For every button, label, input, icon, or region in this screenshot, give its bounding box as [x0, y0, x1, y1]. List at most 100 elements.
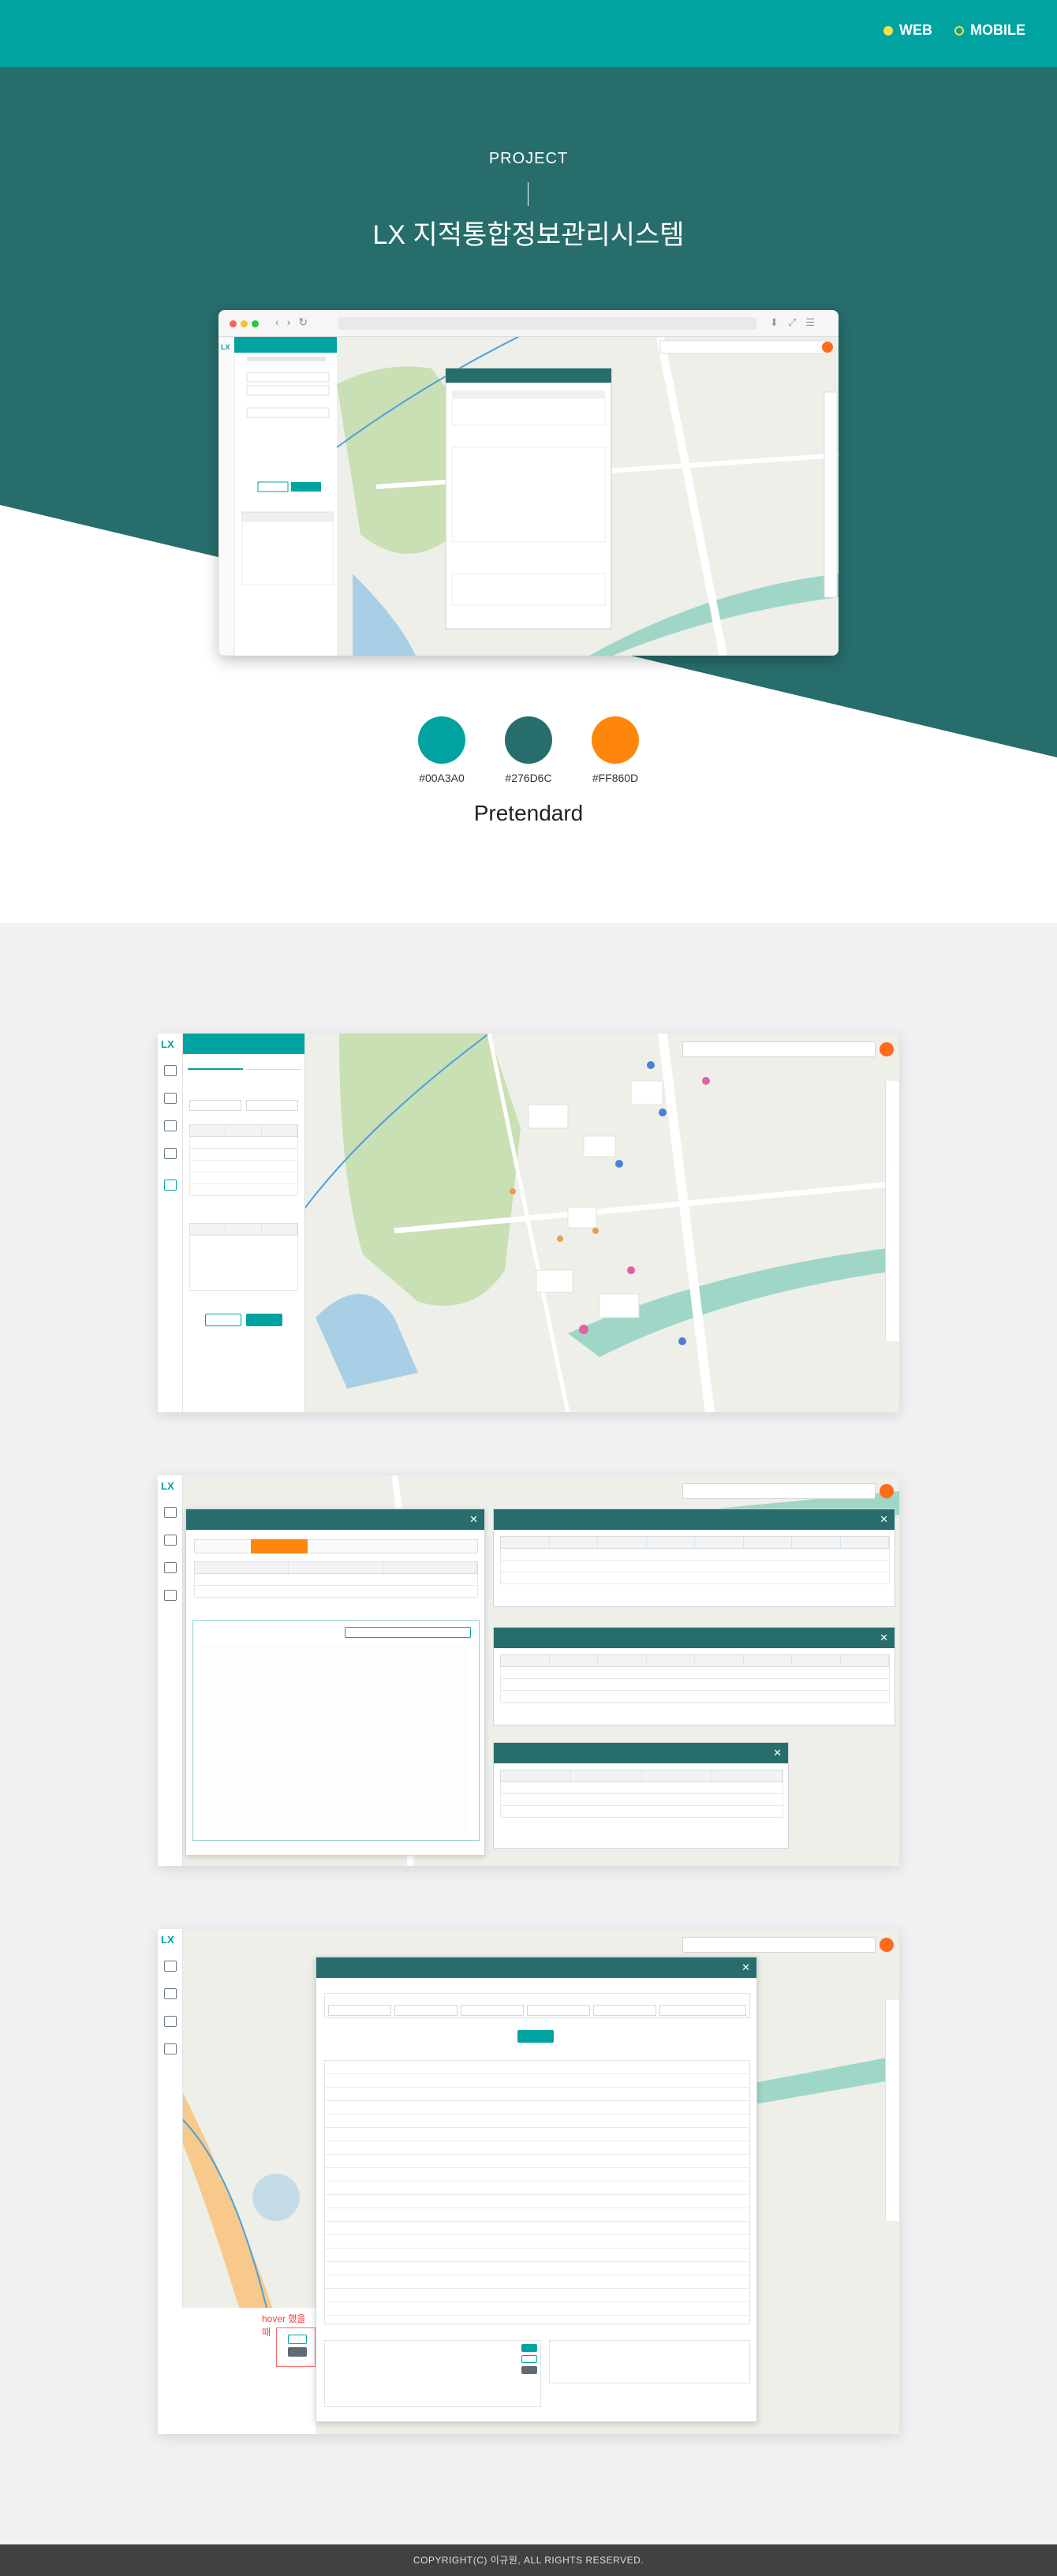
project-title: LX 지적통합정보관리시스템	[372, 220, 685, 250]
table-row[interactable]	[500, 1782, 783, 1794]
swatch-teal-label: #00A3A0	[419, 772, 465, 784]
browser-nav-icons: ‹›↻	[275, 316, 316, 328]
screen-detail-form: LX hover 했을 때 ✕	[158, 1929, 899, 2434]
screen-building-register: LX ✕ ✕ ✕ ✕	[158, 1475, 899, 1866]
building-area-panel: ✕	[493, 1742, 789, 1849]
table-row[interactable]	[500, 1561, 890, 1572]
real-estate-tabs[interactable]	[194, 1539, 478, 1553]
layer-tab-active[interactable]	[188, 1060, 243, 1070]
table-row[interactable]	[189, 1161, 298, 1172]
close-icon[interactable]: ✕	[741, 1957, 750, 1978]
footer: COPYRIGHT(C) 이규원, ALL RIGHTS RESERVED.	[0, 2544, 1057, 2576]
hover-example-button-1[interactable]	[288, 2335, 307, 2344]
rail-icon-land-3[interactable]	[164, 2043, 177, 2054]
user-icon-2[interactable]	[880, 1484, 894, 1498]
building-area-panel-header: ✕	[494, 1743, 788, 1763]
rail-icon-home-3[interactable]	[164, 1961, 177, 1972]
detail-check-area[interactable]	[200, 1644, 468, 1834]
table-row[interactable]	[500, 1691, 890, 1703]
real-estate-detail	[192, 1620, 480, 1841]
detail-search-button[interactable]	[517, 2030, 554, 2043]
search-input-2[interactable]	[682, 1483, 876, 1499]
font-name: Pretendard	[473, 801, 584, 825]
search-input[interactable]	[682, 1041, 876, 1057]
rail-icon-search-3[interactable]	[164, 1988, 177, 1999]
right-map-toolbar[interactable]	[885, 1081, 899, 1341]
left-icon-rail-3: LX	[158, 1929, 183, 2308]
building-floor-grid	[500, 1654, 890, 1703]
layer-apply-button[interactable]	[246, 1314, 282, 1326]
user-icon[interactable]	[880, 1042, 894, 1056]
close-icon[interactable]: ✕	[880, 1509, 888, 1530]
detail-form-header: ✕	[316, 1957, 756, 1978]
detail-field-3[interactable]	[461, 2005, 524, 2016]
rail-icon-home[interactable]	[164, 1065, 177, 1076]
table-row[interactable]	[500, 1549, 890, 1561]
nav-mobile-label: MOBILE	[970, 22, 1025, 38]
table-row[interactable]	[500, 1806, 783, 1818]
table-row[interactable]	[500, 1667, 890, 1679]
lx-logo-2: LX	[161, 1480, 174, 1492]
web-dot-icon	[883, 25, 893, 36]
layer-grid-head	[189, 1124, 298, 1137]
table-row[interactable]	[189, 1149, 298, 1161]
browser-minimize-dot	[241, 320, 248, 327]
detail-field-4[interactable]	[527, 2005, 590, 2016]
rail-icon-search-2[interactable]	[164, 1535, 177, 1546]
rail-icon-layer[interactable]	[164, 1120, 177, 1131]
nav-mobile[interactable]: MOBILE	[954, 22, 1025, 39]
layer-select-2[interactable]	[246, 1100, 298, 1111]
rail-icon-home-2[interactable]	[164, 1507, 177, 1518]
browser-maximize-dot	[252, 320, 259, 327]
right-map-toolbar-3[interactable]	[885, 2000, 899, 2221]
rail-icon-layer-2[interactable]	[164, 1562, 177, 1573]
layer-reset-button[interactable]	[205, 1314, 241, 1326]
rail-icon-land[interactable]	[164, 1148, 177, 1159]
nav-web[interactable]: WEB	[883, 22, 932, 39]
memo-button-3[interactable]	[521, 2366, 537, 2374]
table-row[interactable]	[189, 1172, 298, 1184]
table-row[interactable]	[500, 1572, 890, 1584]
detail-field-5[interactable]	[593, 2005, 656, 2016]
layer-select-1[interactable]	[189, 1100, 241, 1111]
table-row[interactable]	[500, 1679, 890, 1691]
layer-tab[interactable]	[246, 1060, 301, 1070]
table-row[interactable]	[189, 1137, 298, 1149]
building-area-grid	[500, 1770, 783, 1818]
detail-memo-area[interactable]	[324, 2340, 541, 2407]
swatch-dark-teal-label: #276D6C	[505, 772, 552, 784]
real-estate-panel: ✕	[185, 1509, 485, 1856]
search-input-3[interactable]	[682, 1937, 876, 1953]
project-label: PROJECT	[488, 150, 569, 167]
footer-copyright: COPYRIGHT(C) 이규원, ALL RIGHTS RESERVED.	[413, 2555, 644, 2566]
browser-tool-icons: ⬇⤢☰	[770, 316, 824, 328]
memo-button-2[interactable]	[521, 2355, 537, 2363]
rail-icon-layer-3[interactable]	[164, 2016, 177, 2027]
close-icon[interactable]: ✕	[469, 1509, 478, 1530]
top-bar: WEB MOBILE	[0, 0, 1057, 67]
real-estate-grid	[194, 1561, 478, 1598]
swatch-teal	[418, 716, 465, 764]
layer-panel	[183, 1034, 305, 1412]
table-row[interactable]	[194, 1574, 478, 1586]
rail-icon-land-2[interactable]	[164, 1590, 177, 1601]
detail-field-2[interactable]	[394, 2005, 458, 2016]
detail-field-1[interactable]	[328, 2005, 391, 2016]
close-icon[interactable]: ✕	[773, 1743, 782, 1763]
detail-date-field[interactable]	[659, 2005, 746, 2016]
table-row[interactable]	[500, 1794, 783, 1806]
hover-example-button-2[interactable]	[288, 2347, 307, 2357]
hero-section: PROJECT LX 지적통합정보관리시스템 ‹›↻ ⬇⤢☰ LX #00A3A…	[0, 67, 1057, 923]
user-icon-3[interactable]	[880, 1938, 894, 1952]
browser-mockup: ‹›↻ ⬇⤢☰ LX	[218, 310, 839, 656]
detail-filter-buttons[interactable]	[345, 1627, 471, 1638]
real-estate-tab-active[interactable]	[251, 1539, 308, 1553]
rail-icon-selected[interactable]	[164, 1180, 177, 1191]
table-row[interactable]	[194, 1586, 478, 1598]
memo-button-1[interactable]	[521, 2344, 537, 2352]
swatch-orange-label: #FF860D	[592, 772, 639, 784]
rail-icon-search[interactable]	[164, 1093, 177, 1104]
close-icon[interactable]: ✕	[880, 1628, 888, 1648]
table-row[interactable]	[189, 1184, 298, 1196]
detail-attachment-area[interactable]	[549, 2340, 750, 2383]
